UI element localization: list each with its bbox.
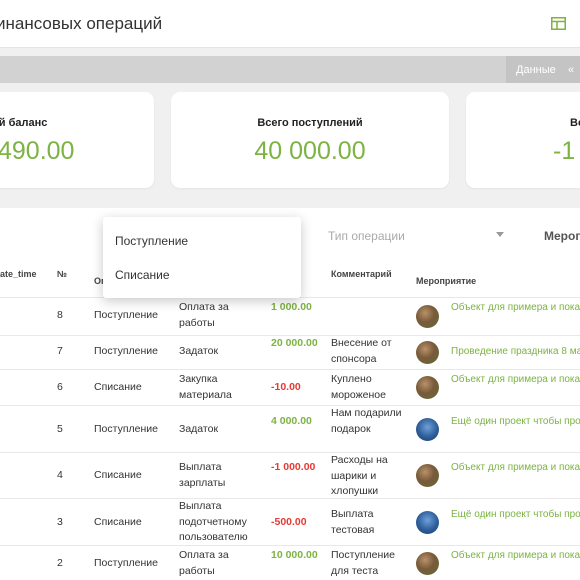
expense-value: -1 xyxy=(553,137,576,165)
table-row[interactable]: 6 Списание Закупка материала -10.00 Купл… xyxy=(0,370,580,406)
row-type: Списание xyxy=(94,516,142,528)
row-article: Оплата за работы xyxy=(179,301,229,329)
row-event-link[interactable]: Проведение праздника 8 марта xyxy=(451,344,580,360)
row-event-link[interactable]: Ещё один проект чтобы проверить / ул. Ге… xyxy=(451,507,580,523)
row-sum: 4 000.00 xyxy=(271,415,312,427)
chevron-down-icon[interactable] xyxy=(496,232,504,237)
operation-type-dropdown: Поступление Списание xyxy=(103,217,301,298)
row-num: 7 xyxy=(57,345,63,357)
event-avatar xyxy=(416,341,439,364)
row-comment: Расходы на шарики и хлопушки xyxy=(331,454,388,497)
expense-label: Всего xyxy=(570,117,580,129)
operation-type-filter[interactable]: Тип операции xyxy=(328,229,405,243)
row-type: Поступление xyxy=(94,423,158,435)
row-comment: Поступление для теста xyxy=(331,549,395,577)
row-num: 6 xyxy=(57,381,63,393)
row-sum: 1 000.00 xyxy=(271,301,312,313)
row-article: Закупка материала xyxy=(179,373,232,401)
breadcrumb-bar: Данные « xyxy=(0,56,580,83)
event-filter[interactable]: Мероп xyxy=(544,229,580,243)
row-article: Выплата подотчетному пользователю xyxy=(179,500,248,543)
table-row[interactable]: 8 Поступление Оплата за работы 1 000.00 … xyxy=(0,298,580,336)
row-type: Поступление xyxy=(94,345,158,357)
event-avatar xyxy=(416,464,439,487)
row-num: 3 xyxy=(57,516,63,528)
row-comment: Выплата тестовая xyxy=(331,508,375,536)
row-num: 4 xyxy=(57,469,63,481)
row-type: Списание xyxy=(94,469,142,481)
income-value: 40 000.00 xyxy=(254,137,366,165)
row-event-link[interactable]: Ещё один проект чтобы проверить / ул. Ге… xyxy=(451,414,580,430)
row-sum: -500.00 xyxy=(271,516,307,528)
income-label: Всего поступлений xyxy=(257,117,363,129)
row-type: Поступление xyxy=(94,309,158,321)
row-sum: 10 000.00 xyxy=(271,549,318,561)
row-num: 8 xyxy=(57,309,63,321)
row-type: Поступление xyxy=(94,557,158,569)
row-type: Списание xyxy=(94,381,142,393)
balance-value: 490.00 xyxy=(0,137,75,165)
event-avatar xyxy=(416,418,439,441)
row-event-link[interactable]: Объект для примера и показа / ул. Алекса… xyxy=(451,300,580,316)
row-num: 2 xyxy=(57,557,63,569)
row-article: Задаток xyxy=(179,423,219,435)
expense-card: Всего -1 xyxy=(466,92,580,188)
row-comment: Внесение от спонсора xyxy=(331,337,392,365)
top-bar: инансовых операций xyxy=(0,0,580,48)
row-sum: 20 000.00 xyxy=(271,337,318,349)
dropdown-item-income[interactable]: Поступление xyxy=(115,234,188,248)
row-event-link[interactable]: Объект для примера и показа / ул. Алекса… xyxy=(451,372,580,388)
row-event-link[interactable]: Объект для примера и показа / ул. Алекса… xyxy=(451,548,580,564)
dropdown-item-expense[interactable]: Списание xyxy=(115,268,170,282)
column-comment[interactable]: Комментарий xyxy=(331,269,392,279)
column-event[interactable]: Мероприятие xyxy=(416,276,476,286)
row-comment: Нам подарили подарок xyxy=(331,407,402,435)
event-avatar xyxy=(416,511,439,534)
row-sum: -10.00 xyxy=(271,381,301,393)
event-avatar xyxy=(416,305,439,328)
row-num: 5 xyxy=(57,423,63,435)
row-event-link[interactable]: Объект для примера и показа / ул. Алекса… xyxy=(451,460,580,476)
table-layout-icon[interactable] xyxy=(551,17,566,30)
income-card: Всего поступлений 40 000.00 xyxy=(171,92,449,188)
balance-card: ий баланс 490.00 xyxy=(0,92,154,188)
page-title: инансовых операций xyxy=(0,14,163,33)
breadcrumb-next: « xyxy=(568,64,575,76)
column-num[interactable]: № xyxy=(57,269,67,279)
table-row[interactable]: 3 Списание Выплата подотчетному пользова… xyxy=(0,499,580,546)
event-avatar xyxy=(416,376,439,399)
table-row[interactable]: 5 Поступление Задаток 4 000.00 Нам подар… xyxy=(0,406,580,453)
row-article: Оплата за работы xyxy=(179,549,229,577)
table-row[interactable]: 4 Списание Выплата зарплаты -1 000.00 Ра… xyxy=(0,453,580,499)
column-date[interactable]: ate_time xyxy=(0,269,37,279)
balance-label: ий баланс xyxy=(0,117,48,129)
event-avatar xyxy=(416,552,439,575)
table-row[interactable]: 2 Поступление Оплата за работы 10 000.00… xyxy=(0,546,580,580)
breadcrumb[interactable]: Данные « xyxy=(506,56,580,83)
breadcrumb-label: Данные xyxy=(516,64,556,76)
table-row[interactable]: 7 Поступление Задаток 20 000.00 Внесение… xyxy=(0,336,580,370)
row-article: Выплата зарплаты xyxy=(179,461,226,489)
row-comment: Куплено мороженое xyxy=(331,373,386,401)
row-sum: -1 000.00 xyxy=(271,461,316,473)
row-article: Задаток xyxy=(179,345,219,357)
